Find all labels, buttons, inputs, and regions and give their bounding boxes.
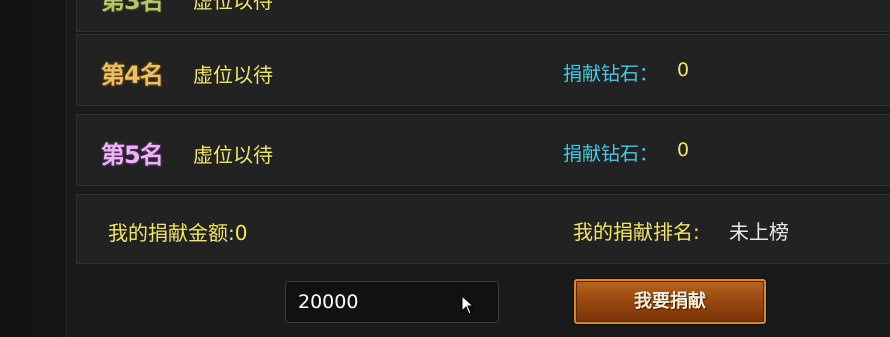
donate-button[interactable]: 我要捐献 (574, 279, 766, 324)
donate-diamond-value: 0 (677, 139, 690, 161)
my-donation-row: 我的捐献金额:0 我的捐献排名: 未上榜 (76, 194, 890, 264)
player-name: 虚位以待 (193, 143, 273, 167)
ranking-row-3: 第3名 虚位以待 (76, 0, 890, 32)
donate-diamond-label: 捐献钻石： (563, 143, 659, 165)
rank-label: 第4名 (101, 61, 164, 89)
rank-label: 第3名 (101, 0, 164, 15)
player-name: 虚位以待 (193, 63, 273, 87)
ranking-row-4: 第4名 虚位以待 捐献钻石： 0 (76, 34, 890, 106)
my-donation-rank-label: 我的捐献排名: (573, 220, 700, 244)
ranking-row-5: 第5名 虚位以待 捐献钻石： 0 (76, 114, 890, 186)
donation-ranking-screen: 第3名 虚位以待 第4名 虚位以待 捐献钻石： 0 第5名 虚位以待 捐献钻石：… (0, 0, 890, 337)
player-name: 虚位以待 (193, 0, 273, 13)
my-donation-amount: 我的捐献金额:0 (108, 221, 248, 245)
donate-diamond-label: 捐献钻石： (563, 63, 659, 85)
mouse-pointer-icon (461, 295, 475, 315)
my-donation-rank-value: 未上榜 (729, 220, 789, 244)
left-background (0, 0, 66, 337)
rank-label: 第5名 (101, 141, 164, 169)
donate-diamond-value: 0 (677, 59, 690, 81)
